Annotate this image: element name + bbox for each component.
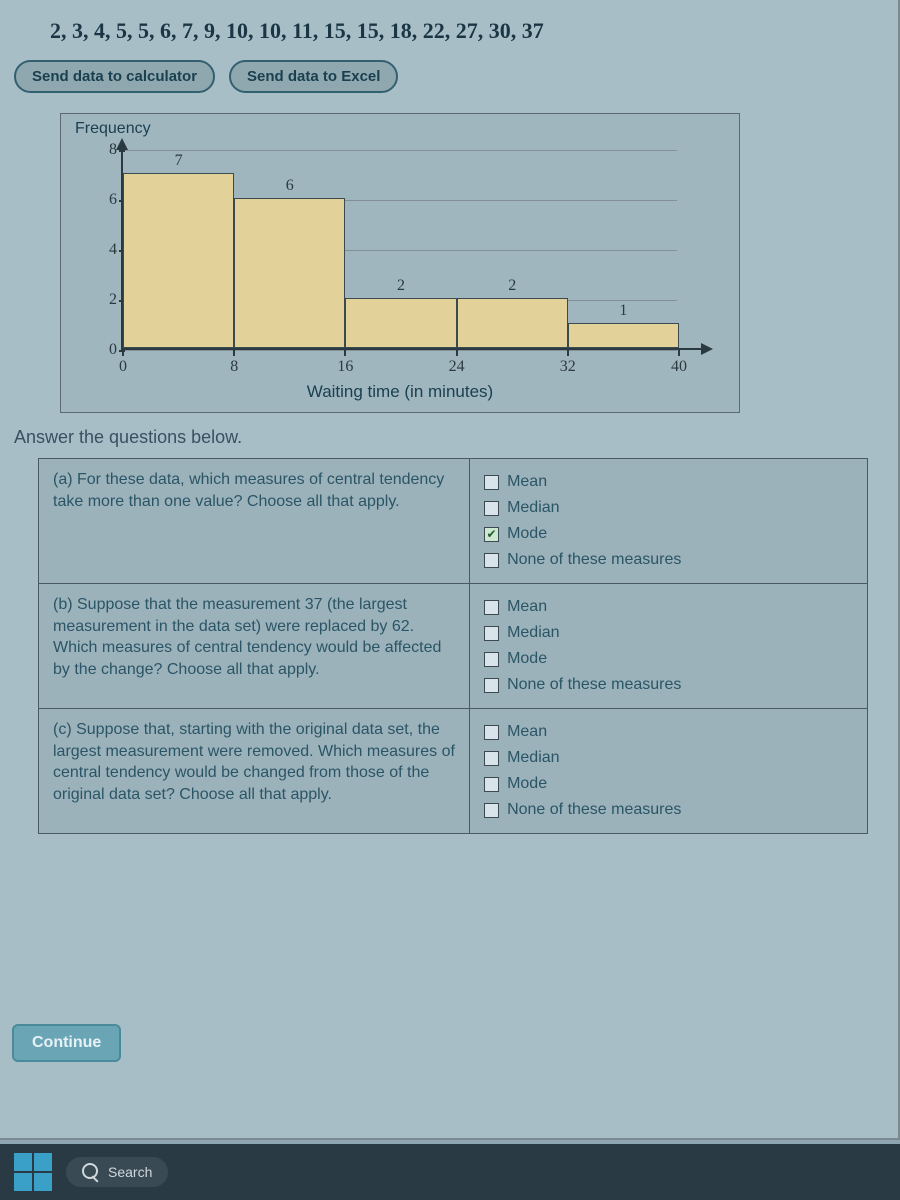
histogram-chart: Frequency 02468081624324076221 Waiting t… — [60, 113, 740, 413]
table-row: (a) For these data, which measures of ce… — [39, 459, 868, 584]
data-list: 2, 3, 4, 5, 5, 6, 7, 9, 10, 10, 11, 15, … — [0, 0, 898, 54]
option-none[interactable]: None of these measures — [484, 672, 853, 698]
option-mean[interactable]: Mean — [484, 469, 853, 495]
checkbox-icon[interactable] — [484, 600, 499, 615]
question-options: Mean Median Mode None of these measures — [470, 584, 868, 709]
histogram-bar: 1 — [568, 323, 679, 348]
option-label: Mode — [507, 650, 547, 668]
option-label: Mean — [507, 473, 547, 491]
question-prompt: (c) Suppose that, starting with the orig… — [39, 709, 470, 834]
search-placeholder: Search — [108, 1164, 152, 1180]
option-label: None of these measures — [507, 801, 681, 819]
checkbox-icon[interactable] — [484, 553, 499, 568]
option-mean[interactable]: Mean — [484, 594, 853, 620]
option-label: None of these measures — [507, 551, 681, 569]
bar-label: 2 — [458, 277, 567, 295]
checkbox-icon[interactable] — [484, 501, 499, 516]
gridline — [123, 350, 677, 351]
question-prompt: (a) For these data, which measures of ce… — [39, 459, 470, 584]
x-tick-label: 40 — [671, 358, 687, 376]
histogram-bar: 2 — [457, 298, 568, 348]
question-table: (a) For these data, which measures of ce… — [38, 458, 868, 834]
start-icon[interactable] — [14, 1153, 52, 1191]
checkbox-icon[interactable] — [484, 652, 499, 667]
y-tick-label: 8 — [95, 141, 117, 159]
option-label: Mode — [507, 525, 547, 543]
question-options: Mean Median Mode None of these measures — [470, 459, 868, 584]
option-median[interactable]: Median — [484, 745, 853, 771]
y-tick-label: 4 — [95, 241, 117, 259]
option-median[interactable]: Median — [484, 495, 853, 521]
x-tick-label: 0 — [119, 358, 127, 376]
answer-header: Answer the questions below. — [14, 427, 884, 448]
option-none[interactable]: None of these measures — [484, 547, 853, 573]
option-label: Median — [507, 624, 559, 642]
bar-label: 2 — [346, 277, 455, 295]
plot-area: 02468081624324076221 — [121, 150, 701, 350]
bar-label: 7 — [124, 152, 233, 170]
histogram-bar: 6 — [234, 198, 345, 348]
question-prompt: (b) Suppose that the measurement 37 (the… — [39, 584, 470, 709]
send-to-calculator-button[interactable]: Send data to calculator — [14, 60, 215, 93]
x-tick-label: 32 — [560, 358, 576, 376]
option-label: Mode — [507, 775, 547, 793]
taskbar-search[interactable]: Search — [66, 1157, 168, 1187]
x-tick-label: 16 — [337, 358, 353, 376]
table-row: (b) Suppose that the measurement 37 (the… — [39, 584, 868, 709]
button-row: Send data to calculator Send data to Exc… — [0, 54, 898, 107]
x-axis-title: Waiting time (in minutes) — [61, 382, 739, 402]
y-tick-label: 2 — [95, 291, 117, 309]
bar-label: 6 — [235, 177, 344, 195]
search-icon — [82, 1163, 100, 1181]
bar-label: 1 — [569, 302, 678, 320]
taskbar: Search — [0, 1144, 900, 1200]
checkbox-icon[interactable] — [484, 678, 499, 693]
content-area: 2, 3, 4, 5, 5, 6, 7, 9, 10, 10, 11, 15, … — [0, 0, 900, 1140]
x-tick-label: 24 — [449, 358, 465, 376]
option-label: Mean — [507, 598, 547, 616]
checkbox-icon[interactable] — [484, 777, 499, 792]
y-tick-label: 0 — [95, 341, 117, 359]
histogram-bar: 2 — [345, 298, 456, 348]
option-label: None of these measures — [507, 676, 681, 694]
checkbox-icon[interactable] — [484, 751, 499, 766]
option-mode[interactable]: Mode — [484, 521, 853, 547]
y-tick-label: 6 — [95, 191, 117, 209]
x-axis-arrow-icon — [701, 343, 713, 355]
checkbox-icon[interactable] — [484, 803, 499, 818]
histogram-bar: 7 — [123, 173, 234, 348]
option-median[interactable]: Median — [484, 620, 853, 646]
option-label: Median — [507, 499, 559, 517]
gridline — [123, 150, 677, 151]
checkbox-icon[interactable] — [484, 626, 499, 641]
option-mean[interactable]: Mean — [484, 719, 853, 745]
x-tick-label: 8 — [230, 358, 238, 376]
send-to-excel-button[interactable]: Send data to Excel — [229, 60, 398, 93]
continue-button[interactable]: Continue — [12, 1024, 121, 1062]
option-mode[interactable]: Mode — [484, 646, 853, 672]
option-label: Mean — [507, 723, 547, 741]
question-options: Mean Median Mode None of these measures — [470, 709, 868, 834]
y-axis-arrow-icon — [116, 138, 128, 150]
y-axis-title: Frequency — [75, 120, 151, 138]
option-mode[interactable]: Mode — [484, 771, 853, 797]
checkbox-icon[interactable] — [484, 725, 499, 740]
table-row: (c) Suppose that, starting with the orig… — [39, 709, 868, 834]
option-label: Median — [507, 749, 559, 767]
option-none[interactable]: None of these measures — [484, 797, 853, 823]
checkbox-icon[interactable] — [484, 527, 499, 542]
checkbox-icon[interactable] — [484, 475, 499, 490]
